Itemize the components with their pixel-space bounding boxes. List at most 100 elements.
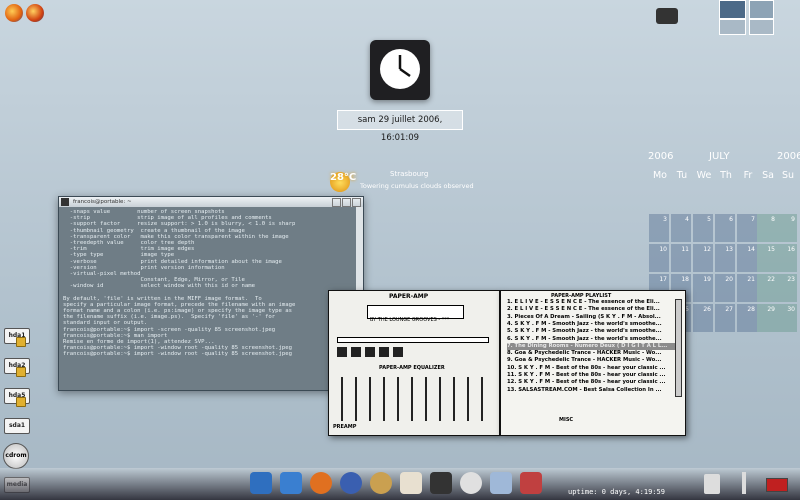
files-icon[interactable] bbox=[280, 472, 302, 494]
playlist-item[interactable]: 5. S K Y . F M - Smooth Jazz - the world… bbox=[507, 328, 675, 335]
terminal-window[interactable]: francois@portable: ~ -snaps value number… bbox=[58, 196, 364, 391]
calendar-day[interactable]: 6 bbox=[715, 214, 735, 242]
playlist-item[interactable]: 13. SALSASTREAM.COM - Best Salsa Collect… bbox=[507, 387, 675, 394]
weekday-label: Sa bbox=[762, 170, 774, 181]
playlist-item[interactable]: 8. Goa & Psychedelic Trance - HACKER Mus… bbox=[507, 350, 675, 357]
calendar-day[interactable]: 4 bbox=[671, 214, 691, 242]
calendar-day[interactable]: 30 bbox=[777, 304, 797, 332]
cdrom-drive[interactable]: cdrom bbox=[3, 443, 29, 469]
mail-icon[interactable] bbox=[340, 472, 362, 494]
calendar-day[interactable]: 7 bbox=[737, 214, 757, 242]
desktop-pager-4[interactable] bbox=[749, 19, 774, 35]
calendar-day[interactable]: 19 bbox=[693, 274, 713, 302]
lock-icon bbox=[16, 337, 26, 347]
close-button[interactable] bbox=[352, 198, 361, 207]
playlist-scrollbar[interactable] bbox=[675, 299, 682, 397]
playlist-item[interactable]: 1. E L I V E - E S S E N C E - The essen… bbox=[507, 299, 675, 306]
minimize-button[interactable] bbox=[332, 198, 341, 207]
calendar-day[interactable]: 14 bbox=[737, 244, 757, 272]
pause-button[interactable] bbox=[351, 347, 361, 357]
battery-icon bbox=[766, 478, 788, 492]
calendar-day[interactable]: 27 bbox=[715, 304, 735, 332]
calendar-day[interactable]: 29 bbox=[757, 304, 777, 332]
calendar-day[interactable]: 5 bbox=[693, 214, 713, 242]
weekday-label: Fr bbox=[743, 170, 753, 181]
playlist-misc-label[interactable]: MISC bbox=[559, 417, 573, 423]
calendar-day[interactable]: 13 bbox=[715, 244, 735, 272]
weekday-label: Tu bbox=[676, 170, 688, 181]
trash-icon[interactable] bbox=[704, 474, 720, 494]
playlist-window[interactable]: PAPER-AMP PLAYLIST 1. E L I V E - E S S … bbox=[500, 290, 686, 436]
desktop-pager-1[interactable] bbox=[719, 0, 746, 19]
stop-button[interactable] bbox=[365, 347, 375, 357]
video-icon[interactable] bbox=[430, 472, 452, 494]
calendar-day[interactable]: 21 bbox=[737, 274, 757, 302]
playlist-item[interactable]: 2. E L I V E - E S S E N C E - The essen… bbox=[507, 306, 675, 313]
browser-icon[interactable] bbox=[26, 4, 44, 22]
maximize-button[interactable] bbox=[342, 198, 351, 207]
calendar-year-next: 2006 bbox=[777, 151, 800, 162]
preamp-label: PREAMP bbox=[333, 424, 357, 430]
play-button[interactable] bbox=[337, 347, 347, 357]
playlist-item[interactable]: 3. Pieces Of A Dream - Sailing (S K Y . … bbox=[507, 314, 675, 321]
date-label: sam 29 juillet 2006, 16:01:09 bbox=[337, 110, 463, 143]
lock-icon bbox=[16, 397, 26, 407]
terminal-title: francois@portable: ~ bbox=[73, 199, 132, 205]
gimp-icon[interactable] bbox=[370, 472, 392, 494]
player-title: PAPER-AMP bbox=[389, 293, 429, 300]
track-title: BY THE LOUNGE GROOVES - *** bbox=[370, 317, 450, 323]
calendar-day[interactable]: 3 bbox=[649, 214, 669, 242]
playlist-item[interactable]: 7. The Dining Rooms - Numero Deux ( D I … bbox=[507, 342, 675, 351]
media-player-icon[interactable] bbox=[400, 472, 422, 494]
playlist-item[interactable]: 9. Goa & Psychedelic Trance - HACKER Mus… bbox=[507, 357, 675, 364]
playlist-item[interactable]: 10. S K Y . F M - Best of the 80s - hear… bbox=[507, 365, 675, 372]
weekday-label: Th bbox=[720, 170, 732, 181]
playlist-item[interactable]: 4. S K Y . F M - Smooth Jazz - the world… bbox=[507, 321, 675, 328]
uptime-label: uptime: 0 days, 4:19:59 bbox=[568, 488, 665, 496]
firefox-dock-icon[interactable] bbox=[310, 472, 332, 494]
seek-bar[interactable] bbox=[337, 337, 489, 343]
calendar-day[interactable]: 28 bbox=[737, 304, 757, 332]
desktop-pager-2[interactable] bbox=[749, 0, 774, 19]
eject-button[interactable] bbox=[393, 347, 403, 357]
thermometer-icon bbox=[742, 472, 746, 494]
track-display: BY THE LOUNGE GROOVES - *** bbox=[367, 305, 464, 323]
equalizer-sliders[interactable] bbox=[341, 377, 489, 421]
playlist-item[interactable]: 11. S K Y . F M - Best of the 80s - hear… bbox=[507, 372, 675, 379]
terminal-output[interactable]: -snaps value number of screen snapshots … bbox=[63, 209, 349, 358]
calendar-day[interactable]: 20 bbox=[715, 274, 735, 302]
drive-sda1[interactable]: sda1 bbox=[4, 418, 30, 434]
weekday-label: We bbox=[696, 170, 712, 181]
clock-widget bbox=[370, 40, 430, 100]
tools-icon[interactable] bbox=[520, 472, 542, 494]
terminal-line: francois@portable:~$ import -window root… bbox=[63, 351, 293, 358]
calendar-day[interactable]: 22 bbox=[757, 274, 777, 302]
next-button[interactable] bbox=[379, 347, 389, 357]
calendar-day[interactable]: 10 bbox=[649, 244, 669, 272]
terminal-titlebar[interactable]: francois@portable: ~ bbox=[59, 197, 363, 207]
calendar-day[interactable]: 15 bbox=[757, 244, 777, 272]
desktop-pager-3[interactable] bbox=[719, 19, 746, 35]
calendar-year: 2006 bbox=[648, 151, 674, 162]
weekday-label: Su bbox=[781, 170, 795, 181]
calendar-day[interactable]: 23 bbox=[777, 274, 797, 302]
monitor-icon[interactable] bbox=[250, 472, 272, 494]
clock-face-icon bbox=[380, 49, 420, 89]
network-icon[interactable] bbox=[490, 472, 512, 494]
camera-icon[interactable] bbox=[656, 8, 678, 24]
dock bbox=[240, 468, 560, 498]
calendar-day[interactable]: 12 bbox=[693, 244, 713, 272]
weather-city: Strasbourg bbox=[390, 170, 429, 178]
calendar-day[interactable]: 8 bbox=[757, 214, 777, 242]
playlist-item[interactable]: 12. S K Y . F M - Best of the 80s - hear… bbox=[507, 379, 675, 386]
playlist-item[interactable]: 6. S K Y . F M - Smooth Jazz - the world… bbox=[507, 336, 675, 343]
calendar-day[interactable]: 9 bbox=[777, 214, 797, 242]
calendar-day[interactable]: 26 bbox=[693, 304, 713, 332]
firefox-icon[interactable] bbox=[5, 4, 23, 22]
calendar-day[interactable]: 11 bbox=[671, 244, 691, 272]
music-icon[interactable] bbox=[460, 472, 482, 494]
terminal-icon bbox=[61, 198, 69, 206]
player-window[interactable]: PAPER-AMP BY THE LOUNGE GROOVES - *** PA… bbox=[328, 290, 500, 436]
calendar-month: JULY bbox=[709, 151, 730, 162]
calendar-day[interactable]: 16 bbox=[777, 244, 797, 272]
